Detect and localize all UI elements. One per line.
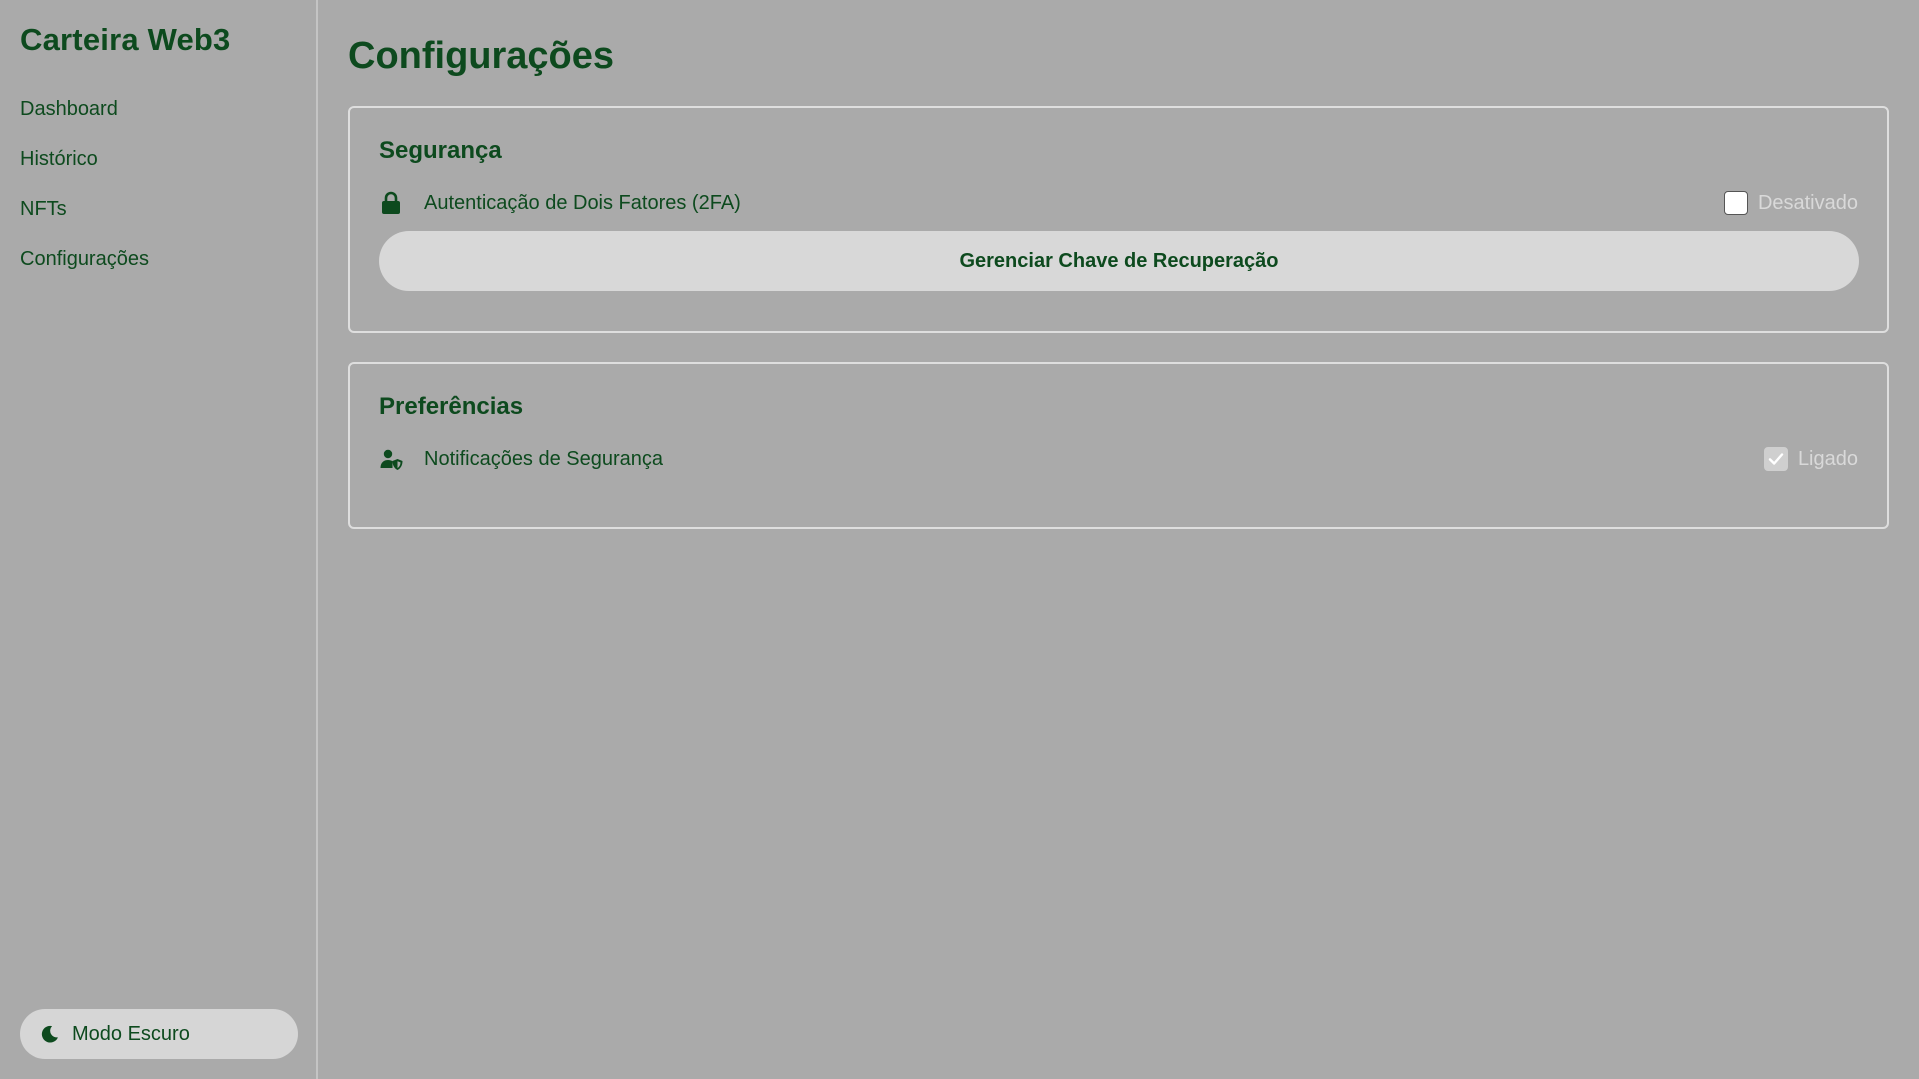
app-root: Carteira Web3 Dashboard Histórico NFTs C… xyxy=(0,0,1919,1079)
notifications-checkbox[interactable] xyxy=(1763,447,1788,471)
dark-mode-toggle[interactable]: Modo Escuro xyxy=(20,1009,298,1059)
user-shield-icon xyxy=(380,449,403,470)
main-content: Configurações Segurança Autenticação de … xyxy=(318,0,1919,1079)
manage-recovery-key-button[interactable]: Gerenciar Chave de Recuperação xyxy=(379,231,1859,291)
security-card: Segurança Autenticação de Dois Fatores (… xyxy=(348,106,1889,333)
preferences-card: Preferências Notificações de Segurança L… xyxy=(348,362,1889,529)
sidebar-nav: Dashboard Histórico NFTs Configurações xyxy=(20,94,296,294)
sidebar-item-configuracoes[interactable]: Configurações xyxy=(20,244,296,294)
brand-title: Carteira Web3 xyxy=(20,22,231,57)
sidebar-item-historico[interactable]: Histórico xyxy=(20,144,296,194)
lock-icon xyxy=(382,191,400,214)
notifications-status: Ligado xyxy=(1797,447,1858,470)
notifications-label: Notificações de Segurança xyxy=(424,447,664,470)
sidebar: Carteira Web3 Dashboard Histórico NFTs C… xyxy=(0,0,318,1079)
twofa-status: Desativado xyxy=(1757,191,1858,214)
security-title: Segurança xyxy=(379,137,502,164)
preferences-title: Preferências xyxy=(379,393,524,420)
sidebar-item-dashboard[interactable]: Dashboard xyxy=(20,94,296,144)
dark-mode-label: Modo Escuro xyxy=(72,1022,190,1045)
sidebar-item-nfts[interactable]: NFTs xyxy=(20,194,296,244)
notifications-row: Notificações de Segurança Ligado xyxy=(379,444,1858,474)
moon-icon xyxy=(41,1025,58,1043)
check-icon xyxy=(1768,453,1784,465)
page-title: Configurações xyxy=(348,35,615,77)
twofa-checkbox[interactable] xyxy=(1723,191,1748,215)
twofa-label: Autenticação de Dois Fatores (2FA) xyxy=(424,191,741,214)
twofa-row: Autenticação de Dois Fatores (2FA) Desat… xyxy=(379,188,1858,218)
